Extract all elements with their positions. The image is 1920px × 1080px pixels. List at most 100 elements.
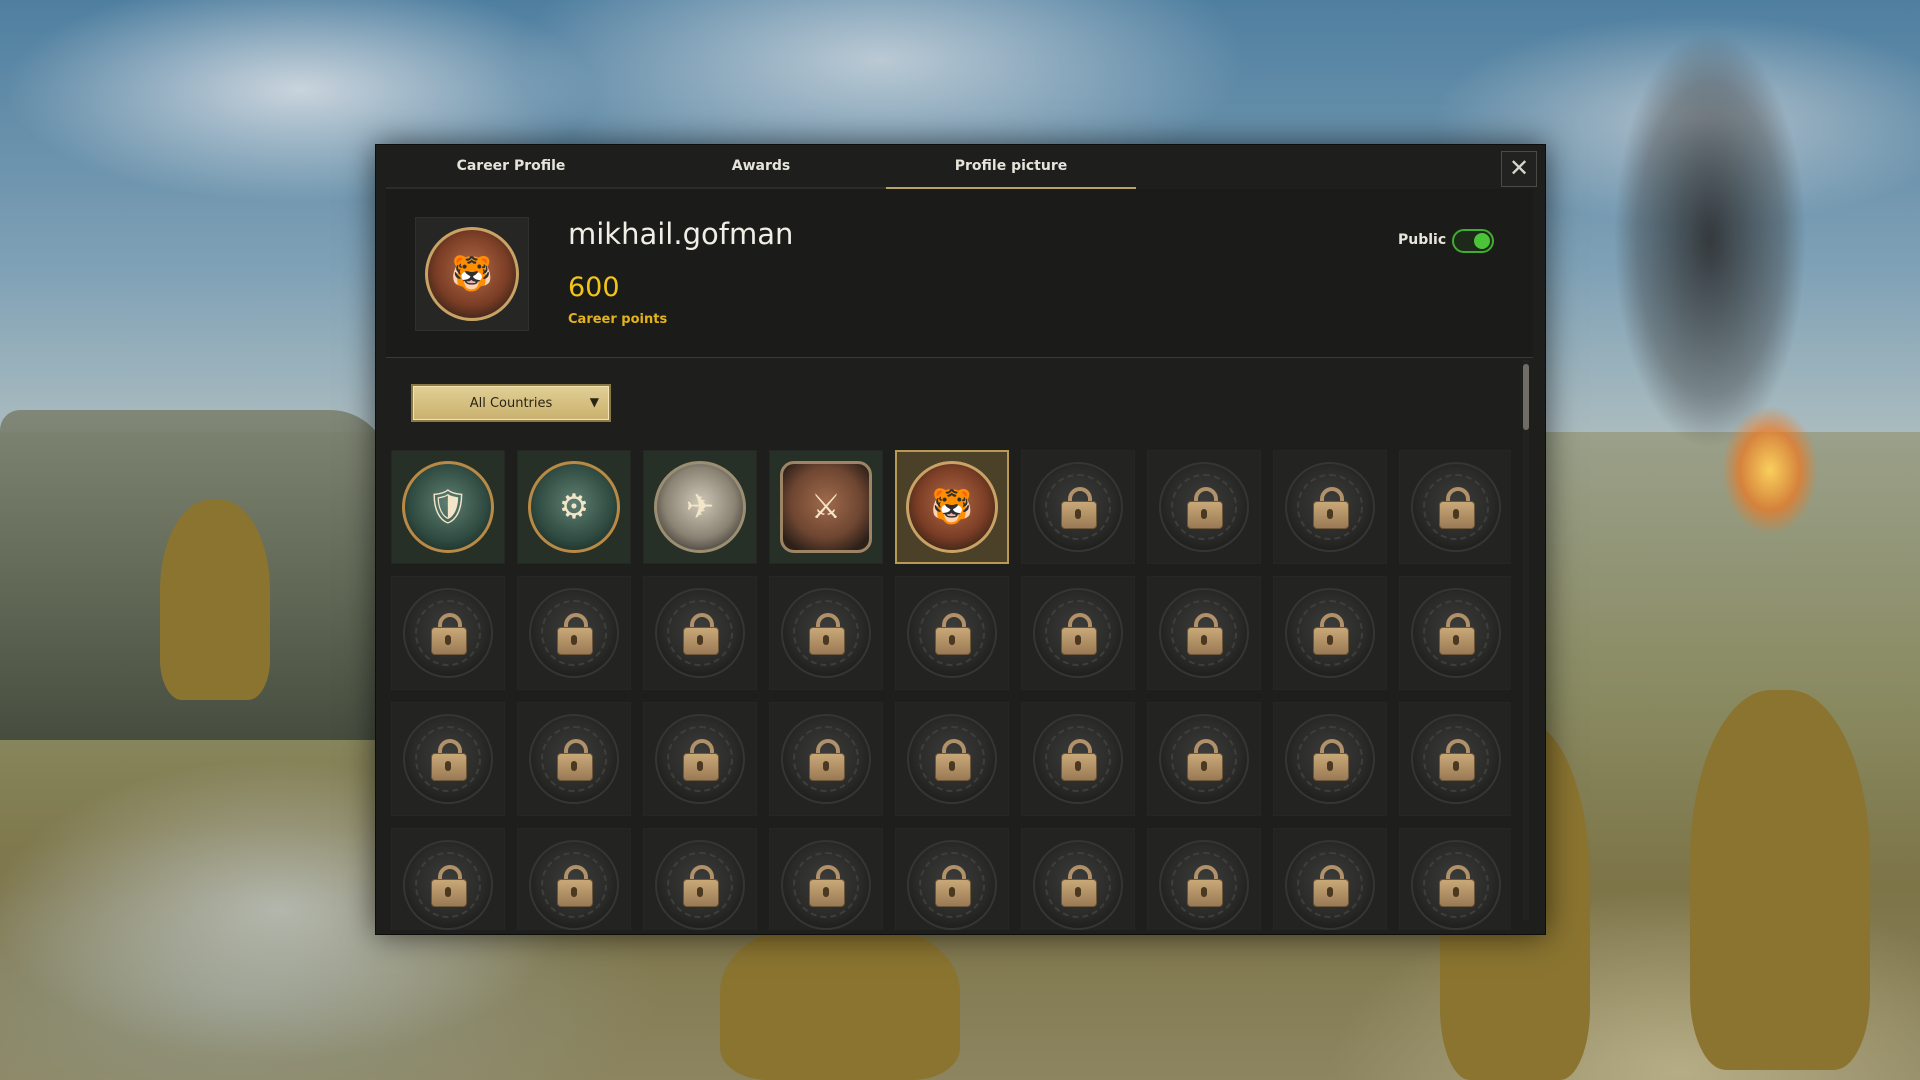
profile-picture-option[interactable] bbox=[391, 702, 505, 816]
locked-medal bbox=[529, 714, 619, 804]
profile-picture-option[interactable] bbox=[517, 828, 631, 930]
locked-medal bbox=[1159, 462, 1249, 552]
profile-picture-option[interactable]: 🛡 bbox=[391, 450, 505, 564]
profile-picture-option[interactable] bbox=[1399, 828, 1511, 930]
avatar: 🐯 bbox=[415, 217, 529, 331]
tab-profile-picture[interactable]: Profile picture bbox=[886, 145, 1136, 190]
profile-picture-option[interactable]: ✈ bbox=[643, 450, 757, 564]
padlock-icon bbox=[809, 739, 845, 781]
profile-picture-option[interactable] bbox=[1147, 450, 1261, 564]
scrollbar[interactable] bbox=[1523, 360, 1529, 920]
profile-picture-option[interactable] bbox=[769, 702, 883, 816]
locked-medal bbox=[403, 714, 493, 804]
profile-picture-option[interactable] bbox=[1147, 576, 1261, 690]
profile-picture-option[interactable] bbox=[1021, 576, 1135, 690]
locked-medal bbox=[781, 714, 871, 804]
padlock-icon bbox=[1313, 613, 1349, 655]
profile-dialog: Career Profile Awards Profile picture ✕ … bbox=[375, 144, 1546, 935]
profile-picture-option[interactable] bbox=[643, 702, 757, 816]
profile-picture-option[interactable] bbox=[517, 576, 631, 690]
username: mikhail.gofman bbox=[568, 217, 794, 251]
locked-medal bbox=[1033, 462, 1123, 552]
profile-picture-option[interactable] bbox=[895, 828, 1009, 930]
padlock-icon bbox=[1439, 487, 1475, 529]
profile-picture-option[interactable] bbox=[1399, 450, 1511, 564]
padlock-icon bbox=[1187, 613, 1223, 655]
padlock-icon bbox=[935, 739, 971, 781]
profile-picture-option[interactable] bbox=[769, 828, 883, 930]
public-toggle[interactable] bbox=[1452, 229, 1494, 253]
profile-picture-option[interactable] bbox=[391, 576, 505, 690]
fire bbox=[1700, 380, 1840, 540]
career-points-label: Career points bbox=[568, 312, 668, 327]
profile-picture-option[interactable] bbox=[1273, 576, 1387, 690]
locked-medal bbox=[1411, 714, 1501, 804]
padlock-icon bbox=[683, 865, 719, 907]
soldier-illustration bbox=[1690, 690, 1870, 1070]
locked-medal bbox=[1159, 714, 1249, 804]
padlock-icon bbox=[1187, 865, 1223, 907]
profile-picture-option[interactable]: 🐯 bbox=[895, 450, 1009, 564]
padlock-icon bbox=[809, 613, 845, 655]
tab-awards[interactable]: Awards bbox=[636, 145, 886, 190]
padlock-icon bbox=[1439, 865, 1475, 907]
profile-picture-option[interactable] bbox=[1399, 576, 1511, 690]
scrollbar-thumb[interactable] bbox=[1523, 364, 1529, 430]
padlock-icon bbox=[557, 739, 593, 781]
profile-picture-option[interactable] bbox=[1273, 450, 1387, 564]
country-filter-dropdown[interactable]: All Countries ▼ bbox=[411, 384, 611, 422]
locked-medal bbox=[1285, 462, 1375, 552]
profile-picture-option[interactable] bbox=[1147, 702, 1261, 816]
profile-picture-option[interactable] bbox=[1399, 702, 1511, 816]
padlock-icon bbox=[935, 865, 971, 907]
locked-medal bbox=[907, 840, 997, 930]
locked-medal bbox=[1285, 840, 1375, 930]
padlock-icon bbox=[557, 865, 593, 907]
tank-medal-icon: 🛡 bbox=[402, 461, 494, 553]
locked-medal bbox=[1285, 588, 1375, 678]
locked-medal bbox=[403, 588, 493, 678]
profile-picture-option[interactable] bbox=[1021, 450, 1135, 564]
tiger-medal-icon: 🐯 bbox=[906, 461, 998, 553]
locked-medal bbox=[1033, 714, 1123, 804]
locked-medal bbox=[1411, 840, 1501, 930]
profile-picture-option[interactable] bbox=[391, 828, 505, 930]
profile-picture-option[interactable] bbox=[643, 828, 757, 930]
close-button[interactable]: ✕ bbox=[1501, 151, 1537, 187]
profile-picture-option[interactable] bbox=[769, 576, 883, 690]
padlock-icon bbox=[683, 613, 719, 655]
profile-picture-option[interactable] bbox=[1021, 702, 1135, 816]
locked-medal bbox=[529, 840, 619, 930]
profile-picture-option[interactable] bbox=[1147, 828, 1261, 930]
profile-picture-option[interactable] bbox=[1021, 828, 1135, 930]
chevron-down-icon: ▼ bbox=[589, 395, 599, 409]
profile-picture-option[interactable]: ⚙ bbox=[517, 450, 631, 564]
padlock-icon bbox=[1313, 487, 1349, 529]
locked-medal bbox=[655, 714, 745, 804]
winged-shield-medal-icon: ⚔ bbox=[780, 461, 872, 553]
tab-career-profile[interactable]: Career Profile bbox=[386, 145, 636, 190]
profile-picture-option[interactable] bbox=[1273, 828, 1387, 930]
profile-picture-option[interactable] bbox=[1273, 702, 1387, 816]
locked-medal bbox=[1033, 588, 1123, 678]
profile-picture-option[interactable] bbox=[895, 576, 1009, 690]
padlock-icon bbox=[1313, 865, 1349, 907]
career-points-value: 600 bbox=[568, 272, 620, 303]
country-filter-value: All Countries bbox=[469, 395, 553, 411]
padlock-icon bbox=[1061, 613, 1097, 655]
profile-picture-option[interactable]: ⚔ bbox=[769, 450, 883, 564]
profile-picture-option[interactable] bbox=[643, 576, 757, 690]
tank-gear-medal-icon: ⚙ bbox=[528, 461, 620, 553]
profile-header: 🐯 mikhail.gofman 600 Career points Publi… bbox=[386, 189, 1533, 358]
locked-medal bbox=[655, 588, 745, 678]
padlock-icon bbox=[935, 613, 971, 655]
locked-medal bbox=[529, 588, 619, 678]
profile-picture-option[interactable] bbox=[895, 702, 1009, 816]
profile-picture-option[interactable] bbox=[517, 702, 631, 816]
soldier-illustration bbox=[160, 500, 270, 700]
locked-medal bbox=[1411, 588, 1501, 678]
public-label: Public bbox=[1398, 232, 1447, 248]
close-icon: ✕ bbox=[1508, 154, 1530, 182]
padlock-icon bbox=[431, 865, 467, 907]
locked-medal bbox=[1159, 588, 1249, 678]
